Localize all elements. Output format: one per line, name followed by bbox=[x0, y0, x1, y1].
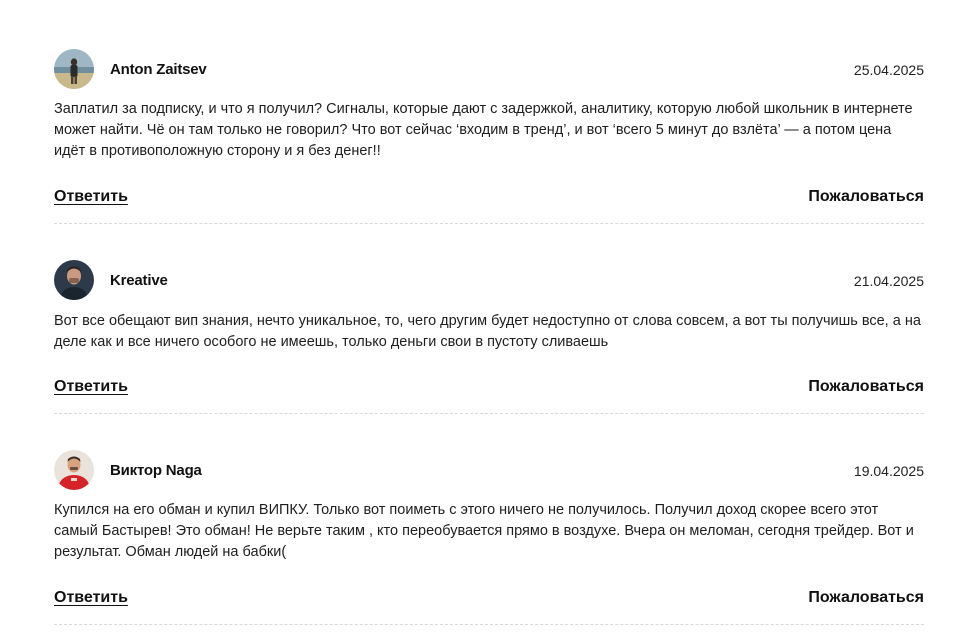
comment-header: Anton Zaitsev 25.04.2025 bbox=[54, 49, 924, 91]
reply-link[interactable]: Ответить bbox=[54, 188, 128, 206]
reply-link[interactable]: Ответить bbox=[54, 589, 128, 607]
comment-actions: Ответить Пожаловаться bbox=[54, 188, 924, 212]
report-link[interactable]: Пожаловаться bbox=[808, 589, 924, 607]
comment-date: 19.04.2025 bbox=[853, 463, 924, 479]
divider bbox=[54, 624, 924, 625]
comment-actions: Ответить Пожаловаться bbox=[54, 378, 924, 402]
comments-list: Anton Zaitsev 25.04.2025 Заплатил за под… bbox=[0, 0, 971, 639]
comment-header: Виктор Naga 19.04.2025 bbox=[54, 450, 924, 492]
divider bbox=[54, 413, 924, 414]
comment-item: Kreative 21.04.2025 Вот все обещают вип … bbox=[54, 260, 924, 414]
comment-author: Anton Zaitsev bbox=[110, 61, 207, 78]
comment-item: Anton Zaitsev 25.04.2025 Заплатил за под… bbox=[54, 49, 924, 224]
comment-actions: Ответить Пожаловаться bbox=[54, 589, 924, 613]
comment-author: Виктор Naga bbox=[110, 462, 202, 479]
avatar bbox=[54, 450, 94, 490]
comment-text: Вот все обещают вип знания, нечто уникал… bbox=[54, 313, 921, 350]
comment-date: 21.04.2025 bbox=[853, 273, 924, 289]
comment-text: Заплатил за подписку, и что я получил? С… bbox=[54, 101, 913, 159]
avatar bbox=[54, 49, 94, 89]
comment-header: Kreative 21.04.2025 bbox=[54, 260, 924, 302]
comment-text: Купился на его обман и купил ВИПКУ. Толь… bbox=[54, 502, 914, 560]
reply-link[interactable]: Ответить bbox=[54, 378, 128, 396]
avatar bbox=[54, 260, 94, 300]
report-link[interactable]: Пожаловаться bbox=[808, 188, 924, 206]
comment-author: Kreative bbox=[110, 272, 168, 289]
comment-date: 25.04.2025 bbox=[853, 62, 924, 78]
report-link[interactable]: Пожаловаться bbox=[808, 378, 924, 396]
divider bbox=[54, 223, 924, 224]
comment-item: Виктор Naga 19.04.2025 Купился на его об… bbox=[54, 450, 924, 625]
